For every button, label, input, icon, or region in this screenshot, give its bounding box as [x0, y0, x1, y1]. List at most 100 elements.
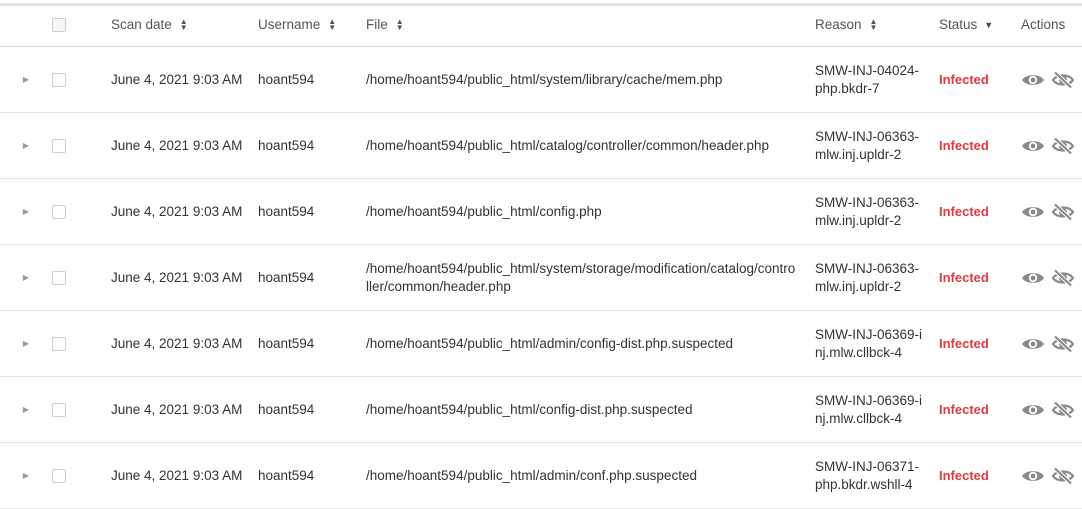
row-select-cell	[52, 311, 68, 376]
username: hoant594	[258, 203, 315, 219]
row-checkbox[interactable]	[52, 336, 66, 351]
table-row: ▶ June 4, 2021 9:03 AM hoant594 /home/ho…	[0, 443, 1082, 509]
header-actions-label: Actions	[1021, 16, 1066, 32]
expand-arrow-icon[interactable]: ▶	[23, 269, 29, 287]
actions-cell	[1021, 113, 1081, 178]
eye-icon[interactable]	[1021, 467, 1045, 485]
scan-date-cell: June 4, 2021 9:03 AM	[111, 311, 251, 376]
header-username-label: Username	[258, 16, 321, 32]
expand-cell: ▶	[18, 443, 34, 508]
select-all-checkbox[interactable]	[52, 17, 66, 32]
expand-arrow-icon[interactable]: ▶	[23, 335, 29, 353]
scan-date: June 4, 2021 9:03 AM	[111, 203, 243, 219]
eye-slash-icon[interactable]	[1051, 334, 1075, 353]
row-select-cell	[52, 179, 68, 244]
eye-slash-icon[interactable]	[1051, 400, 1075, 419]
eye-slash-icon[interactable]	[1051, 70, 1075, 89]
username-cell: hoant594	[258, 179, 358, 244]
file-cell: /home/hoant594/public_html/admin/config-…	[366, 311, 796, 376]
scan-date-cell: June 4, 2021 9:03 AM	[111, 245, 251, 310]
status-badge: Infected	[939, 269, 989, 285]
status-cell: Infected	[939, 377, 1011, 442]
username: hoant594	[258, 401, 315, 417]
eye-slash-icon[interactable]	[1051, 466, 1075, 485]
eye-slash-icon[interactable]	[1051, 202, 1075, 221]
status-badge: Infected	[939, 467, 989, 483]
sort-icon: ▲ ▼	[328, 16, 337, 32]
file-cell: /home/hoant594/public_html/system/storag…	[366, 245, 796, 310]
header-file[interactable]: File ▲ ▼	[366, 3, 796, 46]
header-scan-date[interactable]: Scan date ▲ ▼	[111, 3, 251, 46]
reason-cell: SMW-INJ-06363-mlw.inj.upldr-2	[815, 113, 923, 178]
select-all-cell	[52, 3, 68, 46]
table-row: ▶ June 4, 2021 9:03 AM hoant594 /home/ho…	[0, 377, 1082, 443]
file-cell: /home/hoant594/public_html/config.php	[366, 179, 796, 244]
reason-code: SMW-INJ-06369-inj.mlw.cllbck-4	[815, 326, 923, 360]
row-checkbox[interactable]	[52, 402, 66, 417]
file-cell: /home/hoant594/public_html/admin/conf.ph…	[366, 443, 796, 508]
file-cell: /home/hoant594/public_html/config-dist.p…	[366, 377, 796, 442]
eye-icon[interactable]	[1021, 401, 1045, 419]
status-cell: Infected	[939, 179, 1011, 244]
header-status[interactable]: Status ▼	[939, 3, 1011, 46]
table-row: ▶ June 4, 2021 9:03 AM hoant594 /home/ho…	[0, 113, 1082, 179]
expand-cell: ▶	[18, 377, 34, 442]
row-checkbox[interactable]	[52, 468, 66, 483]
eye-icon[interactable]	[1021, 203, 1045, 221]
status-badge: Infected	[939, 401, 989, 417]
status-cell: Infected	[939, 311, 1011, 376]
expand-arrow-icon[interactable]: ▶	[23, 71, 29, 89]
file-path: /home/hoant594/public_html/catalog/contr…	[366, 137, 770, 153]
actions-cell	[1021, 443, 1081, 508]
sort-icon: ▲ ▼	[869, 16, 878, 32]
username-cell: hoant594	[258, 47, 358, 112]
eye-icon[interactable]	[1021, 137, 1045, 155]
file-path: /home/hoant594/public_html/admin/conf.ph…	[366, 467, 697, 483]
scan-date: June 4, 2021 9:03 AM	[111, 335, 243, 351]
eye-icon[interactable]	[1021, 335, 1045, 353]
actions-cell	[1021, 377, 1081, 442]
username-cell: hoant594	[258, 377, 358, 442]
file-cell: /home/hoant594/public_html/system/librar…	[366, 47, 796, 112]
scan-date: June 4, 2021 9:03 AM	[111, 467, 243, 483]
header-username[interactable]: Username ▲ ▼	[258, 3, 358, 46]
eye-icon[interactable]	[1021, 269, 1045, 287]
file-path: /home/hoant594/public_html/system/librar…	[366, 71, 723, 87]
row-select-cell	[52, 377, 68, 442]
table-row: ▶ June 4, 2021 9:03 AM hoant594 /home/ho…	[0, 245, 1082, 311]
reason-code: SMW-INJ-06369-inj.mlw.cllbck-4	[815, 392, 923, 426]
status-cell: Infected	[939, 443, 1011, 508]
username: hoant594	[258, 335, 315, 351]
expand-arrow-icon[interactable]: ▶	[23, 203, 29, 221]
expand-arrow-icon[interactable]: ▶	[23, 401, 29, 419]
header-actions: Actions	[1021, 3, 1081, 46]
eye-slash-icon[interactable]	[1051, 268, 1075, 287]
actions-cell	[1021, 245, 1081, 310]
table-header: Scan date ▲ ▼ Username ▲ ▼ File ▲ ▼ Reason …	[0, 3, 1082, 47]
eye-slash-icon[interactable]	[1051, 136, 1075, 155]
reason-cell: SMW-INJ-06369-inj.mlw.cllbck-4	[815, 311, 923, 376]
row-checkbox[interactable]	[52, 204, 66, 219]
table-row: ▶ June 4, 2021 9:03 AM hoant594 /home/ho…	[0, 47, 1082, 113]
username: hoant594	[258, 137, 315, 153]
username: hoant594	[258, 467, 315, 483]
row-select-cell	[52, 443, 68, 508]
expand-arrow-icon[interactable]: ▶	[23, 137, 29, 155]
eye-icon[interactable]	[1021, 71, 1045, 89]
username-cell: hoant594	[258, 113, 358, 178]
scan-date-cell: June 4, 2021 9:03 AM	[111, 443, 251, 508]
row-checkbox[interactable]	[52, 270, 66, 285]
scan-date: June 4, 2021 9:03 AM	[111, 269, 243, 285]
reason-cell: SMW-INJ-06369-inj.mlw.cllbck-4	[815, 377, 923, 442]
header-reason-label: Reason	[815, 16, 862, 32]
row-select-cell	[52, 47, 68, 112]
status-badge: Infected	[939, 137, 989, 153]
expand-arrow-icon[interactable]: ▶	[23, 467, 29, 485]
scan-date: June 4, 2021 9:03 AM	[111, 137, 243, 153]
row-checkbox[interactable]	[52, 138, 66, 153]
header-reason[interactable]: Reason ▲ ▼	[815, 3, 923, 46]
username-cell: hoant594	[258, 311, 358, 376]
username-cell: hoant594	[258, 245, 358, 310]
status-cell: Infected	[939, 113, 1011, 178]
row-checkbox[interactable]	[52, 72, 66, 87]
